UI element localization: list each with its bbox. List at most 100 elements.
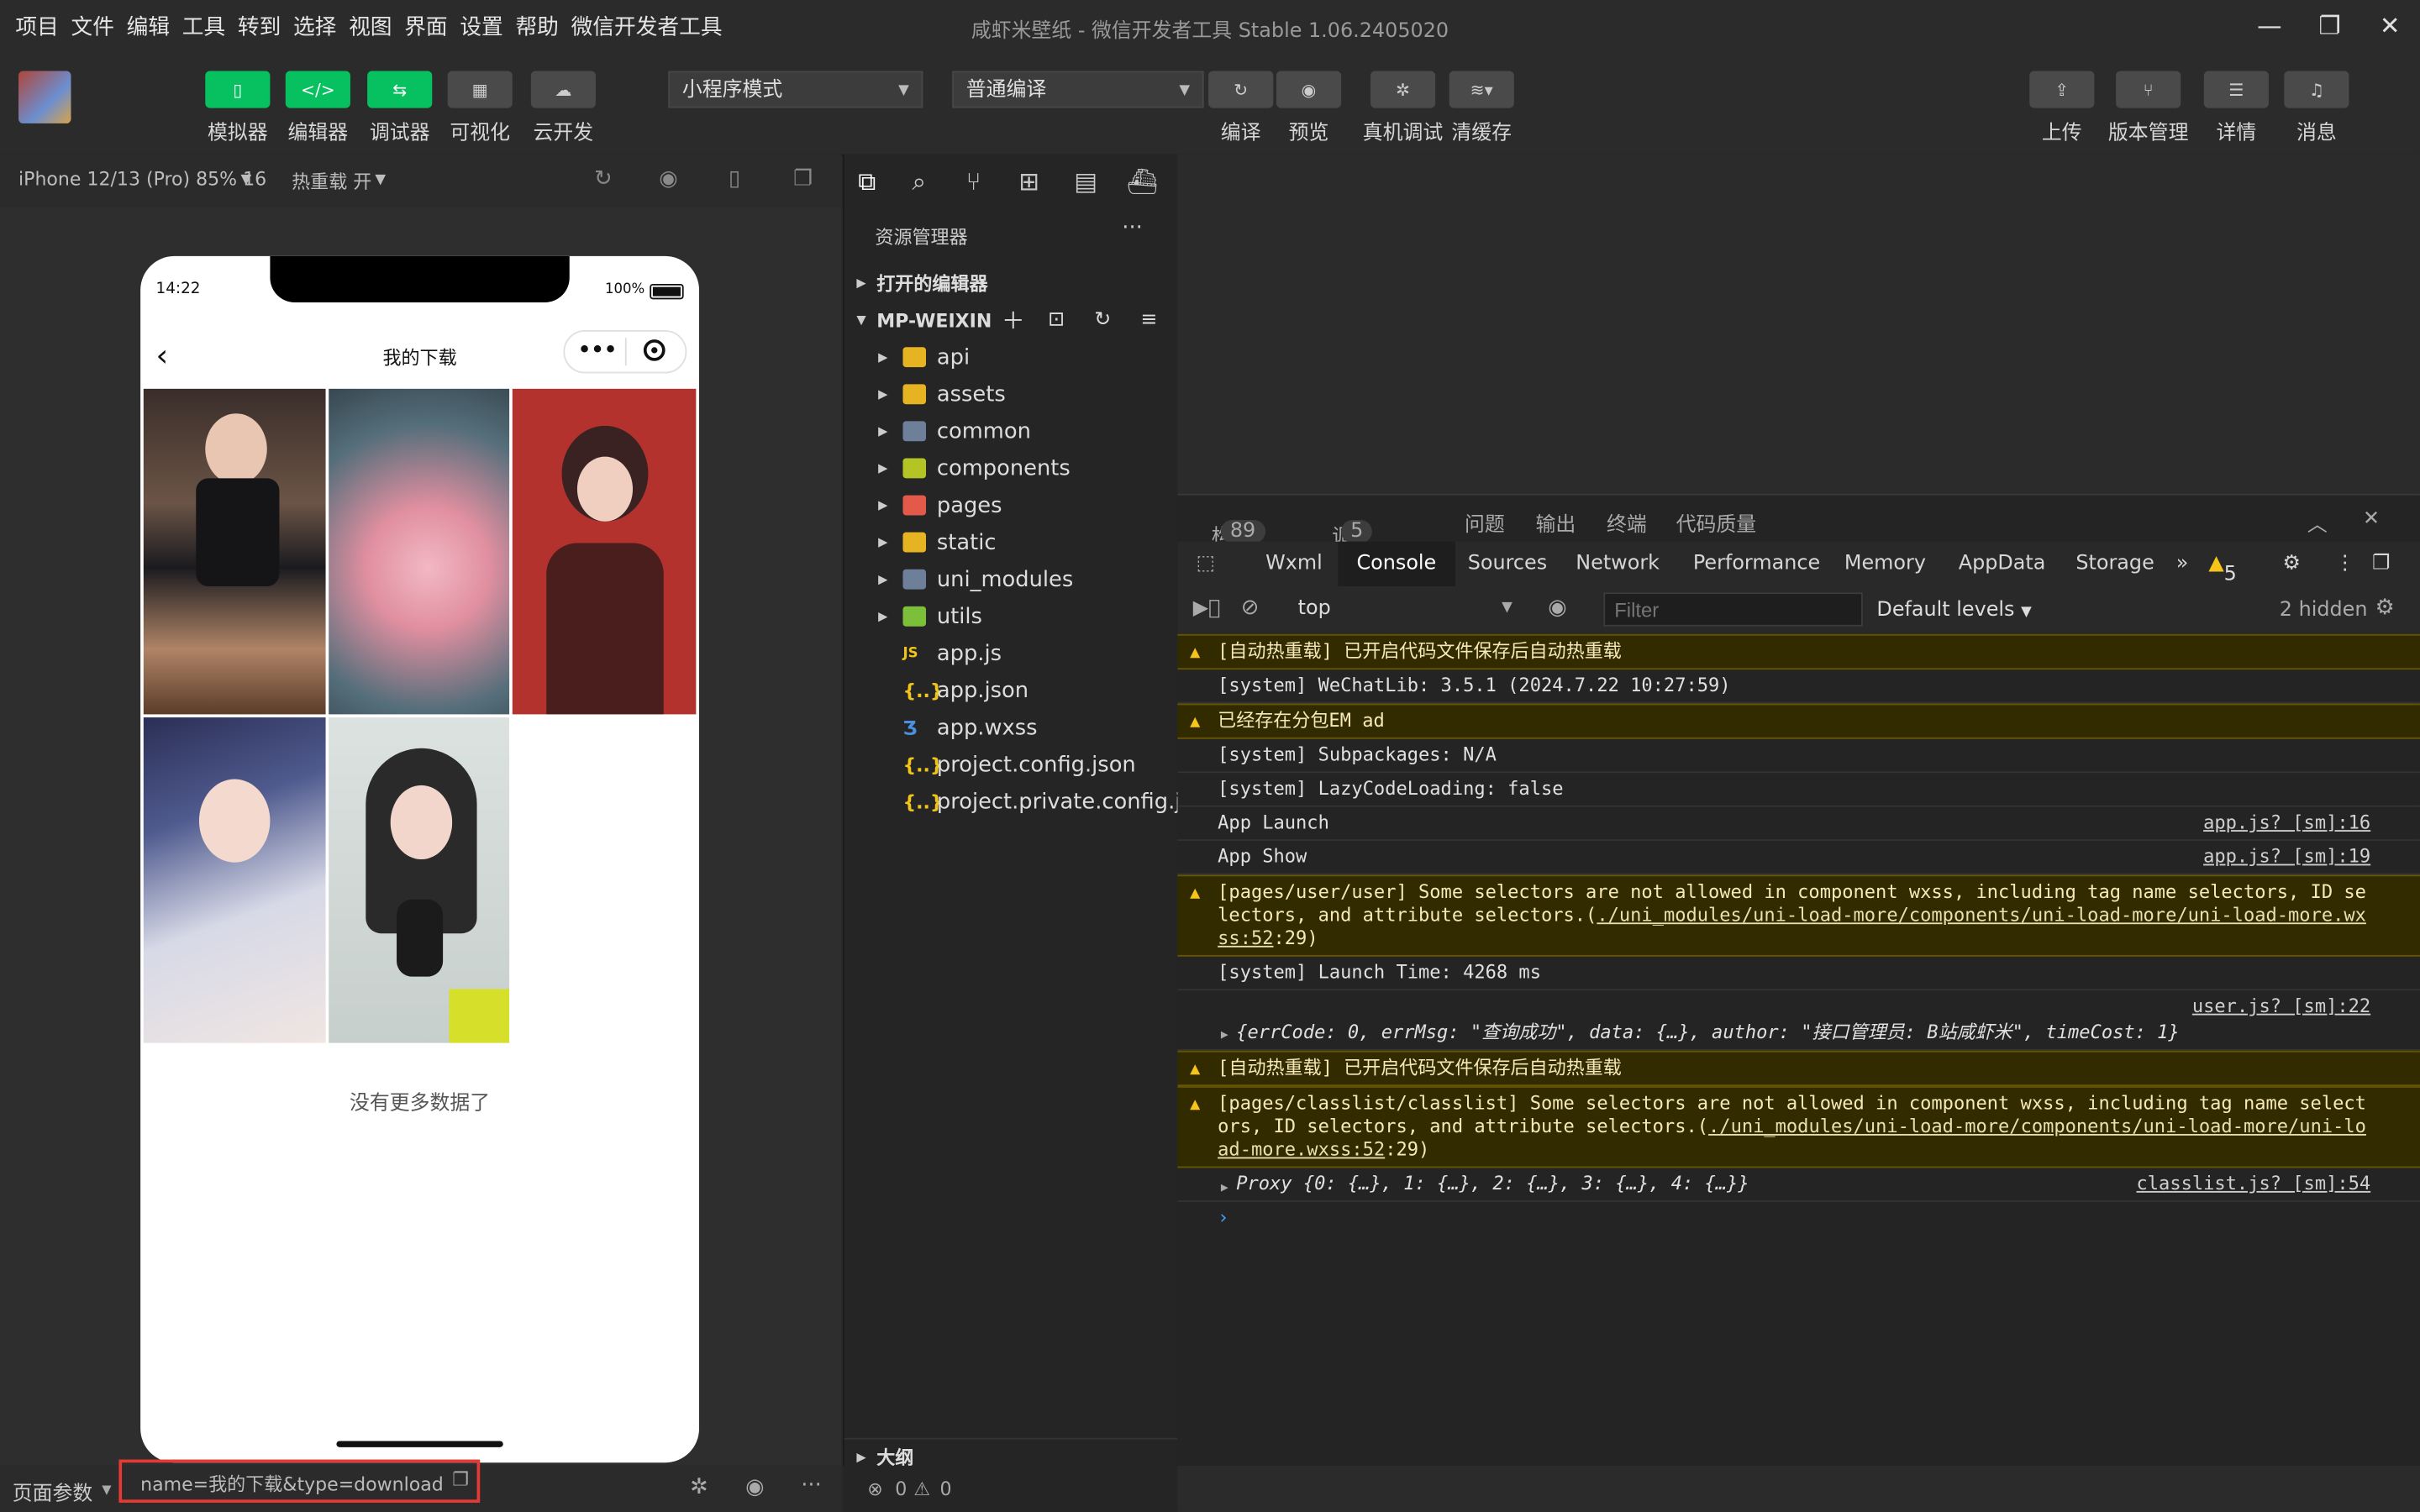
simulator-button[interactable]: ▯ 模拟器 (205, 71, 271, 145)
copy-icon[interactable]: ❐ (452, 1469, 469, 1491)
menu-tools[interactable]: 工具 (182, 11, 225, 42)
dock-icon[interactable]: ❐ (2372, 553, 2390, 576)
tree-folder[interactable]: ▶ uni_modules (844, 562, 1178, 599)
expand-icon[interactable]: ▶ (1221, 1023, 1228, 1047)
editor-button[interactable]: </> 编辑器 (285, 71, 350, 145)
minimize-icon[interactable]: — (2239, 0, 2300, 52)
eye-icon[interactable]: ◉ (745, 1475, 764, 1499)
phone-icon[interactable]: ▯ (729, 166, 740, 191)
tab-console[interactable]: Console (1338, 541, 1455, 586)
storage-icon[interactable]: ▤ (1074, 166, 1097, 196)
compile-button[interactable]: ↻ 编译 (1208, 71, 1274, 145)
inspect-icon[interactable]: ⬚ (1196, 553, 1215, 576)
tab-wxml[interactable]: Wxml (1265, 553, 1323, 576)
wallpaper-thumb[interactable] (143, 717, 326, 1043)
more-tabs-icon[interactable]: » (2176, 553, 2189, 576)
bug-icon[interactable]: ✲ (690, 1475, 708, 1499)
tab-problems[interactable]: 问题 (1465, 507, 1505, 538)
restore-icon[interactable]: ❐ (2300, 0, 2360, 52)
preview-button[interactable]: ◉ 预览 (1276, 71, 1342, 145)
chevron-down-icon[interactable]: ▼ (375, 173, 386, 188)
more-icon[interactable]: ••• (577, 335, 618, 365)
close-miniprogram-icon[interactable] (643, 339, 666, 361)
debugger-button[interactable]: ⇆ 调试器 (367, 71, 433, 145)
real-device-debug-button[interactable]: ✲ 真机调试 (1363, 71, 1443, 145)
page-params-label[interactable]: 页面参数 (13, 1477, 93, 1506)
git-icon[interactable]: ⑂ (966, 166, 981, 196)
context-select[interactable]: top ▼ (1286, 592, 1520, 626)
menu-select[interactable]: 选择 (293, 11, 336, 42)
close-icon[interactable]: ✕ (2360, 0, 2420, 52)
console-object[interactable]: user.js? [sm]:22 ▶ {errCode: 0, errMsg: "查… (1177, 990, 2420, 1051)
kebab-icon[interactable]: ⋮ (2335, 553, 2355, 576)
tree-file[interactable]: {..} project.private.config.js... (844, 784, 1213, 821)
tree-folder[interactable]: ▶ assets (844, 376, 1178, 413)
source-link[interactable]: app.js? [sm]:19 (2203, 846, 2370, 869)
params-value[interactable]: name=我的下载&type=download (140, 1470, 444, 1496)
menu-settings[interactable]: 设置 (460, 11, 502, 42)
expand-icon[interactable]: ▶ (1221, 1176, 1228, 1200)
console-object[interactable]: ▶ Proxy {0: {…}, 1: {…}, 2: {…}, 3: {…}, … (1177, 1168, 2420, 1202)
gear-icon[interactable]: ⚙ (2282, 553, 2300, 576)
source-link[interactable]: user.js? [sm]:22 (2192, 995, 2370, 1019)
device-select[interactable]: iPhone 12/13 (Pro) 85% 16 (18, 168, 266, 190)
more-icon[interactable]: ··· (1122, 216, 1143, 240)
new-folder-icon[interactable]: ⊡ (1048, 302, 1065, 339)
files-icon[interactable]: ⧉ (858, 166, 876, 197)
problems-status[interactable]: ⊗ 0 ⚠ 0 (842, 1465, 1176, 1512)
tree-folder[interactable]: ▶ components (844, 450, 1178, 487)
tab-output[interactable]: 输出 (1536, 507, 1576, 538)
tree-folder[interactable]: ▶ api (844, 339, 1178, 376)
refresh-icon[interactable]: ↻ (1094, 302, 1111, 339)
new-file-icon[interactable]: ＋ (1002, 302, 1025, 339)
menu-edit[interactable]: 编辑 (127, 11, 170, 42)
menu-interface[interactable]: 界面 (404, 11, 447, 42)
record-icon[interactable]: ◉ (659, 166, 677, 191)
details-button[interactable]: ☰ 详情 (2203, 71, 2269, 145)
open-editors-section[interactable]: ▶ 打开的编辑器 (844, 265, 1178, 302)
eye-icon[interactable]: ◉ (1548, 596, 1566, 620)
tree-file[interactable]: {..} app.json (844, 673, 1178, 710)
extensions-icon[interactable]: ⊞ (1018, 166, 1039, 196)
tab-code-quality[interactable]: 代码质量 (1676, 507, 1757, 538)
wallpaper-thumb[interactable] (329, 388, 510, 715)
filter-input[interactable] (1603, 592, 1863, 627)
more-icon[interactable]: ··· (801, 1473, 822, 1498)
close-icon[interactable]: ✕ (2363, 507, 2380, 531)
cloud-dev-button[interactable]: ☁ 云开发 (530, 71, 596, 145)
search-icon[interactable]: ⌕ (912, 166, 925, 197)
tab-storage[interactable]: Storage (2075, 553, 2154, 576)
tab-sources[interactable]: Sources (1468, 553, 1547, 576)
menu-project[interactable]: 项目 (15, 11, 58, 42)
messages-button[interactable]: ♫ 消息 (2284, 71, 2349, 145)
tab-appdata[interactable]: AppData (1959, 553, 2046, 576)
warning-count[interactable]: ▲ 5 (2208, 553, 2237, 586)
menu-devtools[interactable]: 微信开发者工具 (571, 11, 723, 42)
tree-folder[interactable]: ▶ utils (844, 599, 1178, 636)
project-section[interactable]: ▼ MP-WEIXIN ＋ ⊡ ↻ ≡ (844, 302, 1178, 339)
compile-select[interactable]: 普通编译 ▼ (952, 71, 1204, 108)
avatar[interactable] (18, 71, 71, 123)
menu-goto[interactable]: 转到 (238, 11, 281, 42)
collapse-icon[interactable]: ≡ (1140, 302, 1157, 339)
upload-button[interactable]: ⇪ 上传 (2029, 71, 2095, 145)
tree-folder[interactable]: ▶ pages (844, 487, 1178, 524)
wallpaper-thumb[interactable] (143, 388, 326, 715)
menu-view[interactable]: 视图 (349, 11, 392, 42)
tab-memory[interactable]: Memory (1844, 553, 1926, 576)
menu-file[interactable]: 文件 (71, 11, 113, 42)
levels-select[interactable]: Default levels ▼ (1876, 599, 2031, 622)
clear-cache-button[interactable]: ≋▾ 清缓存 (1449, 71, 1514, 145)
wallpaper-thumb[interactable] (512, 388, 697, 715)
chevron-down-icon[interactable]: ▼ (241, 173, 252, 188)
hotreload-select[interactable]: 热重载 开 (292, 168, 371, 194)
docker-icon[interactable]: ⛴ (1127, 166, 1158, 196)
tree-file[interactable]: {..} project.config.json (844, 747, 1178, 784)
tree-folder[interactable]: ▶ static (844, 524, 1178, 561)
gear-icon[interactable]: ⚙ (2375, 596, 2395, 620)
sidebar-toggle-icon[interactable]: ▶⃞ (1193, 597, 1221, 621)
version-button[interactable]: ⑂ 版本管理 (2108, 71, 2188, 145)
tree-file[interactable]: Ʒapp.wxss (844, 710, 1178, 747)
tree-folder[interactable]: ▶ common (844, 413, 1178, 450)
popout-icon[interactable]: ❐ (793, 166, 813, 191)
